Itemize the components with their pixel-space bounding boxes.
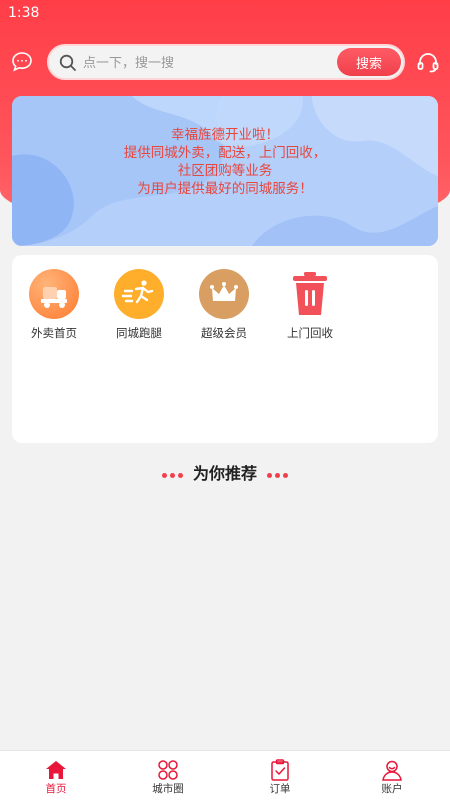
menu-item-label: 超级会员 [201,326,247,340]
search-icon [59,54,77,72]
runner-icon [114,269,164,319]
promo-banner[interactable]: 幸福旌德开业啦！ 提供同城外卖，配送，上门回收， 社区团购等业务 为用户提供最好… [12,96,438,246]
banner-line: 社区团购等业务 [177,163,273,179]
menu-item-label: 同城跑腿 [116,326,162,340]
headset-icon[interactable] [416,50,440,74]
recommend-section-title: 为你推荐 [0,460,450,484]
search-input[interactable] [83,51,283,75]
menu-item-errand[interactable]: 同城跑腿 [104,269,174,349]
tab-label: 账户 [381,783,403,795]
tab-label: 首页 [45,783,67,795]
menu-item-takeout[interactable]: 外卖首页 [19,269,89,349]
crown-icon [199,269,249,319]
banner-line: 幸福旌德开业啦！ [171,127,279,143]
status-time: 1:38 [8,5,40,21]
menu-item-recycle[interactable]: 上门回收 [275,269,345,349]
decorative-dots [265,465,289,484]
account-user-icon [381,759,403,781]
recommend-title-text: 为你推荐 [192,464,257,483]
tab-orders[interactable]: 订单 [224,751,336,800]
menu-item-vip[interactable]: 超级会员 [189,269,259,349]
search-button[interactable]: 搜索 [337,48,401,76]
tab-home[interactable]: 首页 [0,751,112,800]
service-menu: 外卖首页 同城跑腿 超级会员 上门回收 [12,255,438,443]
status-bar: 1:38 [0,0,450,26]
home-icon [45,759,67,781]
order-clipboard-icon [269,759,291,781]
city-circle-icon [157,759,179,781]
message-icon[interactable] [10,50,34,74]
bottom-tab-bar: 首页 城市圈 订单 账户 [0,750,450,800]
decorative-dots [161,465,185,484]
menu-item-label: 上门回收 [287,326,333,340]
top-bar: 搜索 [0,44,450,80]
menu-item-label: 外卖首页 [31,326,77,340]
banner-line: 为用户提供最好的同城服务！ [137,181,313,197]
banner-text: 幸福旌德开业啦！ 提供同城外卖，配送，上门回收， 社区团购等业务 为用户提供最好… [12,126,438,198]
tab-city-circle[interactable]: 城市圈 [112,751,224,800]
tab-label: 订单 [269,783,291,795]
tab-account[interactable]: 账户 [336,751,448,800]
delivery-truck-icon [29,269,79,319]
tab-label: 城市圈 [152,783,184,795]
search-bar: 搜索 [47,44,405,80]
banner-line: 提供同城外卖，配送，上门回收， [123,145,327,161]
trash-bin-icon [285,269,335,319]
